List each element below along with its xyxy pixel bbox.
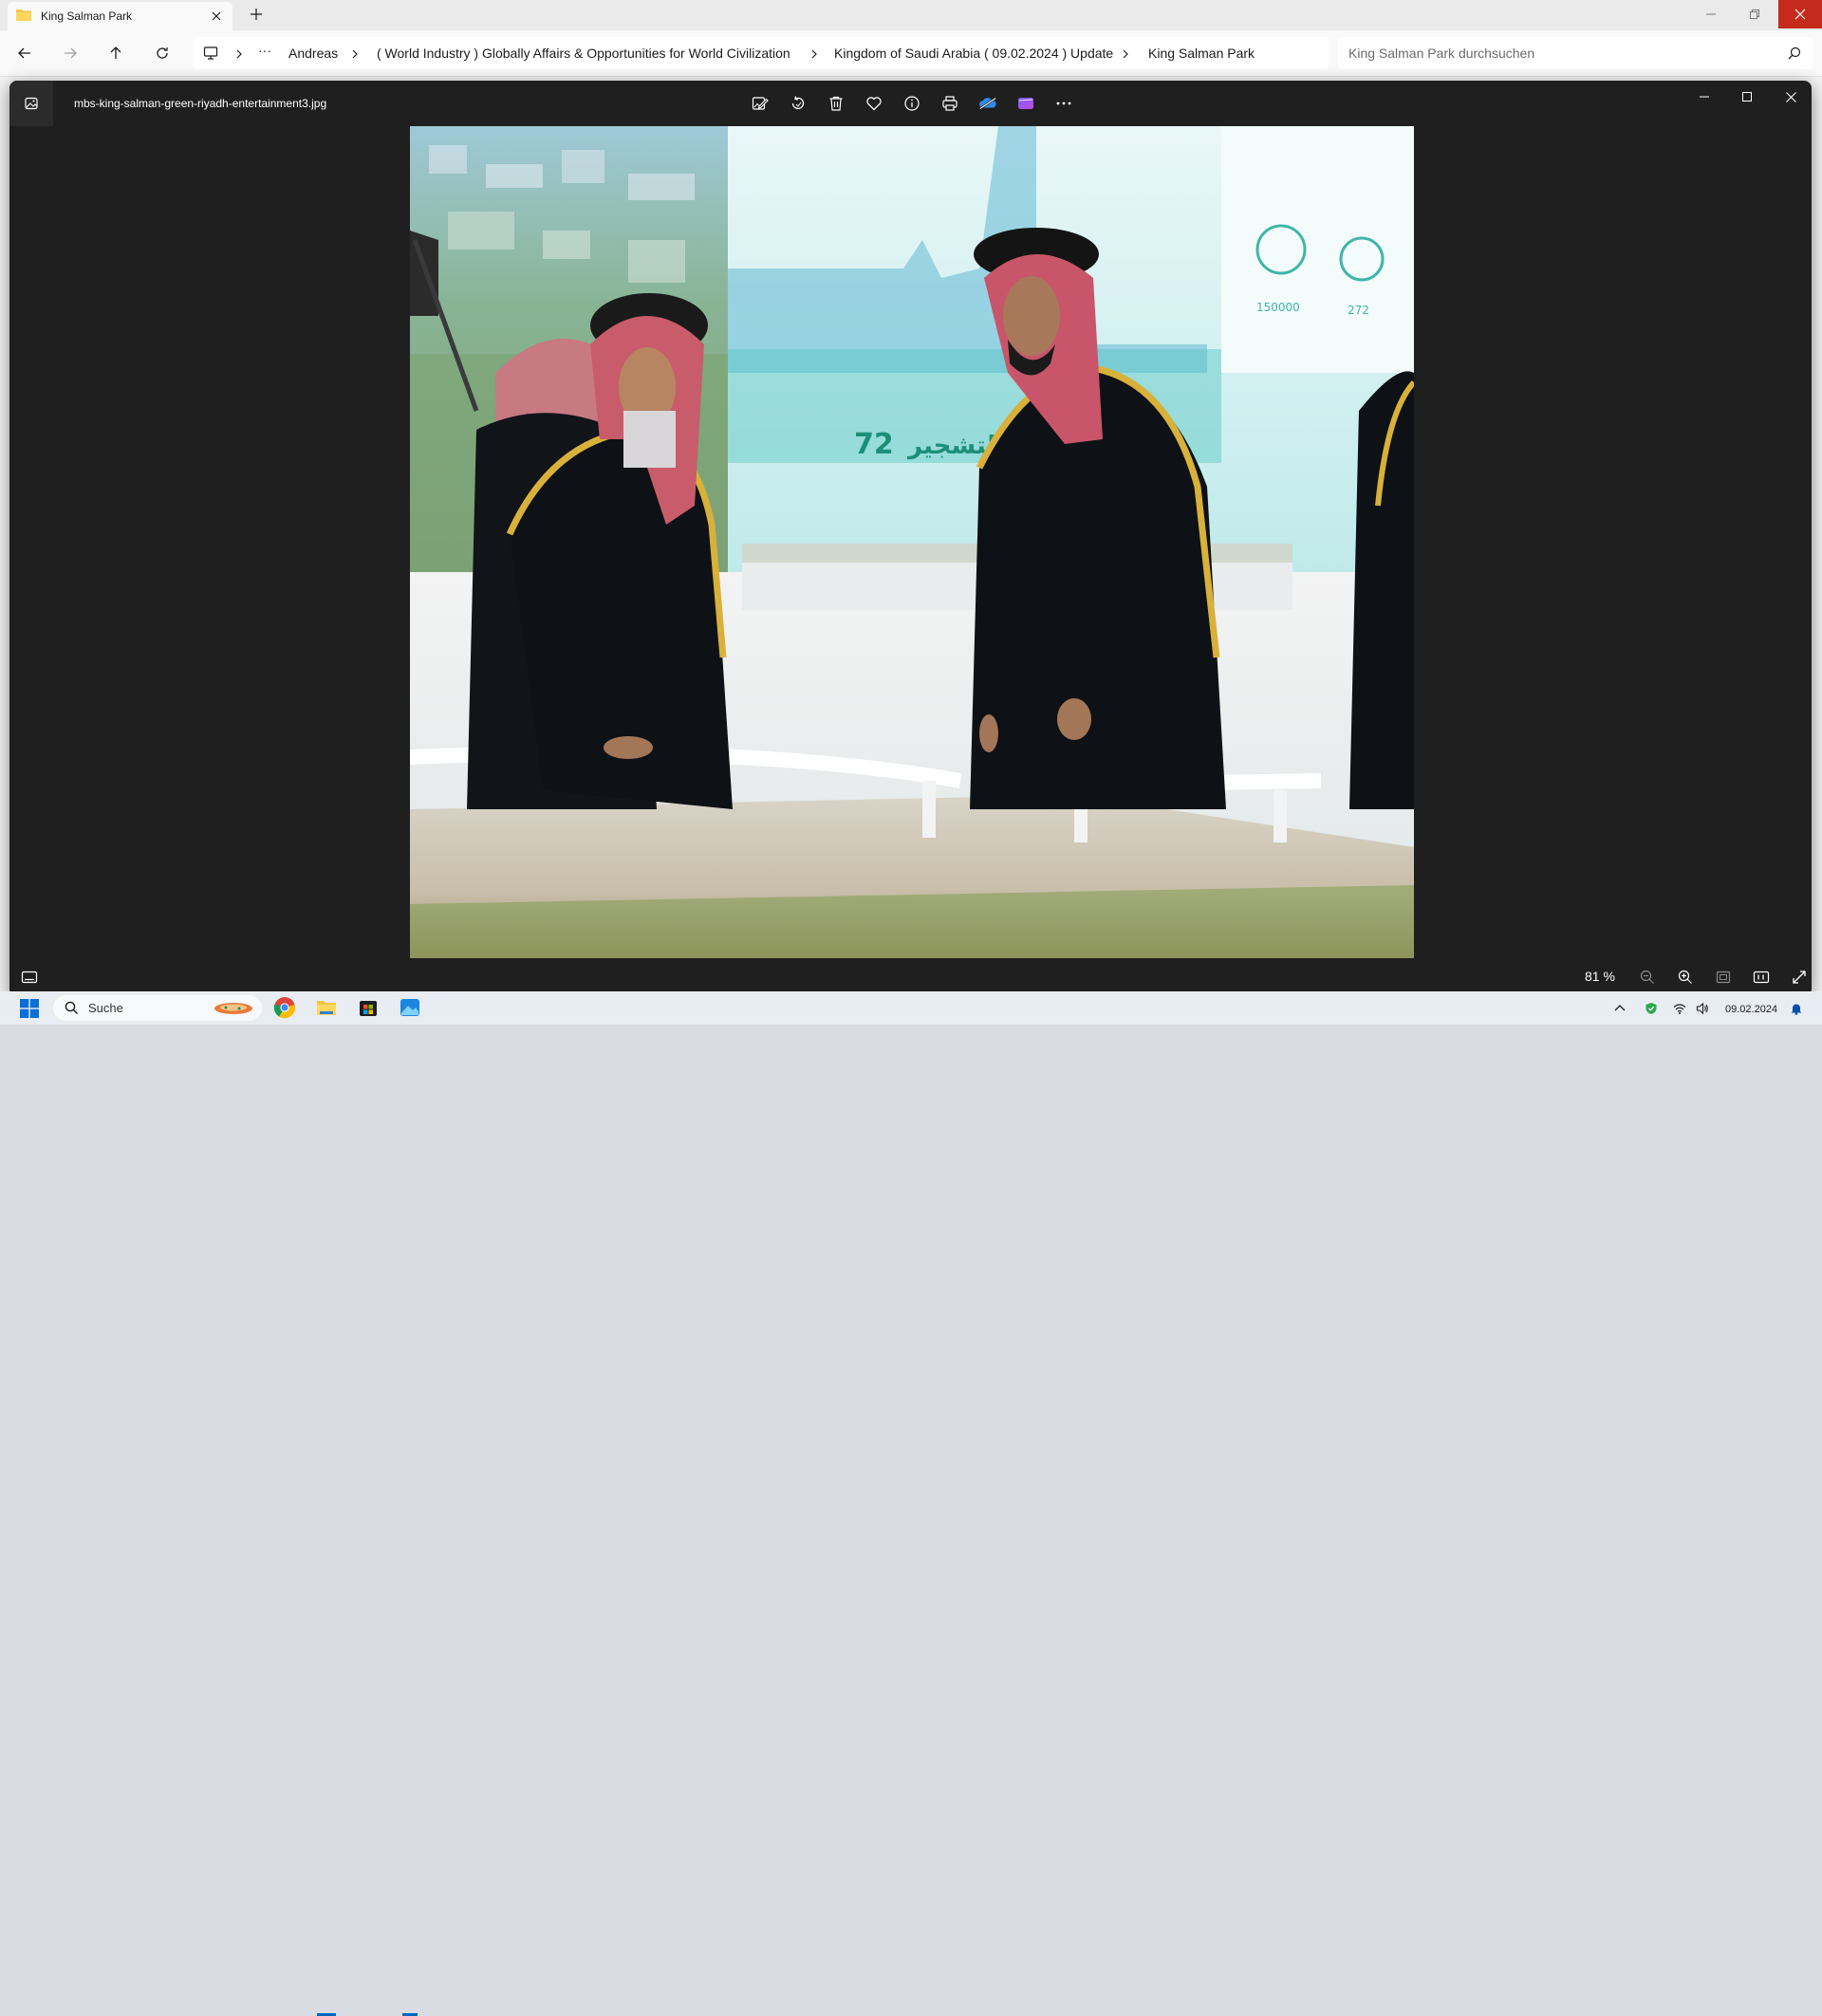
chevron-right-icon [352, 49, 358, 59]
taskbar-date[interactable]: 09.02.2024 [1725, 1004, 1777, 1015]
taskbar: Suche 09.02.2024 [0, 991, 1822, 2016]
breadcrumb-world-industry[interactable]: ( World Industry ) Globally Affairs & Op… [377, 46, 790, 61]
notification-bell-icon[interactable] [1790, 1002, 1803, 1015]
more-icon [1056, 102, 1071, 105]
fullscreen-icon [1793, 971, 1806, 984]
store-icon[interactable] [357, 996, 380, 1019]
folder-icon [16, 9, 31, 21]
zoom-level[interactable]: 81 % [1585, 969, 1615, 984]
fit-window-icon [1716, 971, 1731, 984]
arrow-right-icon [65, 47, 77, 59]
close-window-button[interactable] [1778, 0, 1822, 28]
zoom-in-icon [1678, 970, 1692, 984]
onedrive-button[interactable] [978, 94, 997, 113]
photo-canvas: 150000 272 72 التشجير [410, 126, 1414, 958]
fullscreen-button[interactable] [1790, 968, 1809, 987]
rotate-icon [791, 96, 805, 109]
back-button[interactable] [15, 44, 34, 63]
displayed-photo[interactable]: 150000 272 72 التشجير [410, 126, 1414, 958]
filmstrip-icon [21, 971, 38, 984]
close-tab-icon[interactable] [209, 9, 224, 24]
viewer-bottom-bar: 81 % [9, 958, 1812, 996]
chevron-right-icon [236, 49, 242, 59]
viewer-minimize-button[interactable] [1683, 81, 1726, 113]
minimize-icon [1700, 96, 1709, 98]
print-icon [942, 96, 957, 111]
minimize-button[interactable] [1689, 0, 1733, 28]
photo-screen-number: 72 [854, 428, 894, 461]
actual-size-icon [1753, 971, 1770, 984]
info-button[interactable] [902, 94, 921, 113]
fit-to-window-button[interactable] [1714, 968, 1733, 987]
refresh-icon [157, 47, 168, 59]
security-shield-icon[interactable] [1645, 1002, 1658, 1015]
filmstrip-toggle-button[interactable] [20, 968, 39, 987]
actual-size-button[interactable] [1752, 968, 1771, 987]
address-bar[interactable]: ··· Andreas ( World Industry ) Globally … [193, 37, 1329, 69]
viewer-title-bar: mbs-king-salman-green-riyadh-entertainme… [9, 81, 1812, 126]
delete-button[interactable] [827, 94, 846, 113]
chrome-icon[interactable] [273, 996, 296, 1019]
search-highlight-icon [214, 1003, 252, 1014]
up-button[interactable] [106, 44, 125, 63]
edit-image-icon [752, 97, 769, 110]
search-placeholder: King Salman Park durchsuchen [1348, 46, 1535, 61]
zoom-out-icon [1640, 970, 1654, 984]
breadcrumb-andreas[interactable]: Andreas [288, 46, 338, 61]
breadcrumb-kingdom-saudi-arabia[interactable]: Kingdom of Saudi Arabia ( 09.02.2024 ) U… [834, 46, 1113, 61]
clipchamp-icon [1018, 98, 1033, 109]
chevron-right-icon [811, 49, 817, 59]
favorite-button[interactable] [865, 94, 883, 113]
volume-icon[interactable] [1696, 1002, 1709, 1015]
file-explorer-icon[interactable] [315, 996, 338, 1019]
zoom-out-button[interactable] [1638, 968, 1657, 987]
viewer-maximize-button[interactable] [1725, 81, 1769, 113]
edit-image-button[interactable] [751, 94, 770, 113]
refresh-button[interactable] [153, 44, 172, 63]
taskbar-search-placeholder: Suche [88, 1001, 123, 1015]
wifi-icon[interactable] [1673, 1002, 1686, 1015]
photos-app-icon[interactable] [399, 996, 421, 1019]
rotate-button[interactable] [789, 94, 808, 113]
arrow-left-icon [18, 47, 30, 59]
close-icon [1785, 91, 1796, 102]
onedrive-icon [979, 97, 996, 110]
chevron-up-icon[interactable] [1613, 1002, 1627, 1015]
breadcrumb-king-salman-park[interactable]: King Salman Park [1148, 46, 1255, 61]
this-pc-icon [203, 46, 218, 60]
image-filename: mbs-king-salman-green-riyadh-entertainme… [74, 97, 327, 110]
photos-viewer-window: mbs-king-salman-green-riyadh-entertainme… [9, 81, 1812, 996]
photo-stat-1: 150000 [1256, 301, 1300, 314]
tab-title: King Salman Park [41, 9, 133, 23]
favorite-icon [866, 97, 882, 111]
windows-start-icon[interactable] [20, 999, 39, 1018]
print-button[interactable] [940, 94, 959, 113]
arrow-up-icon [110, 46, 121, 59]
explorer-tab[interactable]: King Salman Park [8, 2, 232, 30]
delete-icon [829, 96, 843, 111]
search-icon [1788, 46, 1801, 60]
clipchamp-button[interactable] [1016, 94, 1035, 113]
forward-button[interactable] [61, 44, 80, 63]
taskbar-search[interactable]: Suche [53, 995, 262, 1021]
restore-button[interactable] [1733, 0, 1776, 28]
new-tab-icon[interactable] [249, 7, 264, 22]
photos-app-icon [9, 81, 53, 126]
search-icon [65, 1001, 79, 1015]
explorer-nav-bar: ··· Andreas ( World Industry ) Globally … [0, 30, 1822, 77]
maximize-icon [1742, 92, 1752, 102]
explorer-tab-bar: King Salman Park [0, 0, 1822, 30]
explorer-search-box[interactable]: King Salman Park durchsuchen [1338, 37, 1813, 69]
more-crumbs[interactable]: ··· [258, 43, 271, 58]
info-icon [904, 96, 920, 111]
zoom-in-button[interactable] [1676, 968, 1695, 987]
viewer-close-button[interactable] [1769, 81, 1812, 113]
chevron-right-icon [1123, 49, 1128, 59]
photo-stat-2: 272 [1348, 304, 1369, 317]
more-options-button[interactable] [1054, 94, 1073, 113]
